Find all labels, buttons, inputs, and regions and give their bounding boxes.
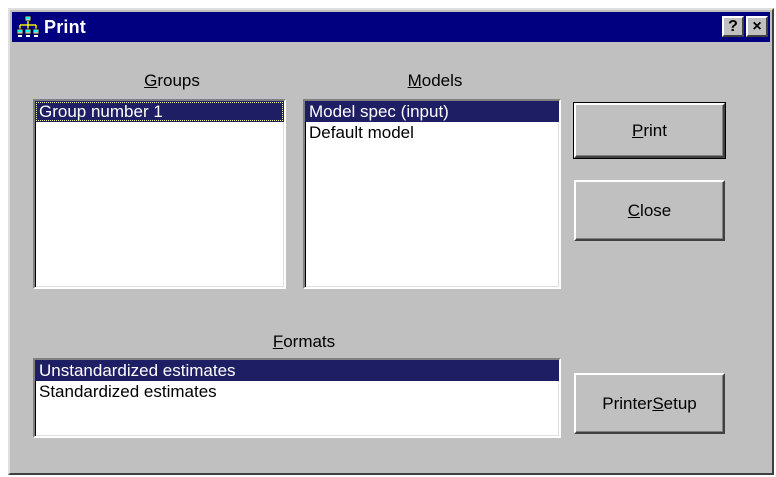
list-item[interactable]: Unstandardized estimates <box>35 360 559 381</box>
printer-setup-button[interactable]: Printer Setup <box>574 373 725 434</box>
models-listbox[interactable]: Model spec (input) Default model <box>303 99 561 289</box>
formats-listbox[interactable]: Unstandardized estimates Standardized es… <box>33 358 561 438</box>
help-icon: ? <box>728 18 738 35</box>
groups-listbox[interactable]: Group number 1 <box>33 99 286 289</box>
list-item[interactable]: Default model <box>305 122 559 143</box>
list-item[interactable]: Standardized estimates <box>35 381 559 402</box>
close-icon: × <box>752 18 762 35</box>
close-button[interactable]: Close <box>574 180 725 241</box>
window-title: Print <box>44 17 87 37</box>
formats-label: Formats <box>272 332 336 351</box>
list-item[interactable]: Group number 1 <box>35 101 284 122</box>
print-button[interactable]: Print <box>573 102 726 159</box>
print-dialog: Print ? × Groups Group number 1 Models M… <box>8 8 774 475</box>
close-window-button[interactable]: × <box>746 16 768 37</box>
models-label: Models <box>407 71 463 90</box>
groups-label: Groups <box>144 71 200 90</box>
help-button[interactable]: ? <box>722 16 744 37</box>
list-item[interactable]: Model spec (input) <box>305 101 559 122</box>
network-tree-icon <box>16 15 40 37</box>
title-bar[interactable]: Print ? × <box>12 12 770 42</box>
